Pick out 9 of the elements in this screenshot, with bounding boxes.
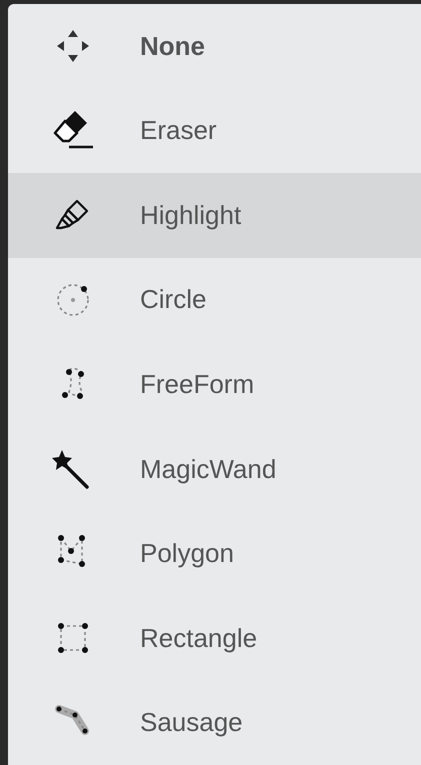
menu-item[interactable]: Sausage <box>8 680 421 765</box>
menu-item[interactable]: Eraser <box>8 88 421 174</box>
menu-item[interactable]: Circle <box>8 258 421 342</box>
menu-item[interactable]: Highlight <box>8 173 421 258</box>
menu-item[interactable]: FreeForm <box>8 342 421 427</box>
menu-item[interactable]: Rectangle <box>8 596 421 680</box>
menu-item[interactable]: None <box>8 4 421 89</box>
menu-item[interactable]: Polygon <box>8 511 421 596</box>
menu-item[interactable]: MagicWand <box>8 426 421 512</box>
